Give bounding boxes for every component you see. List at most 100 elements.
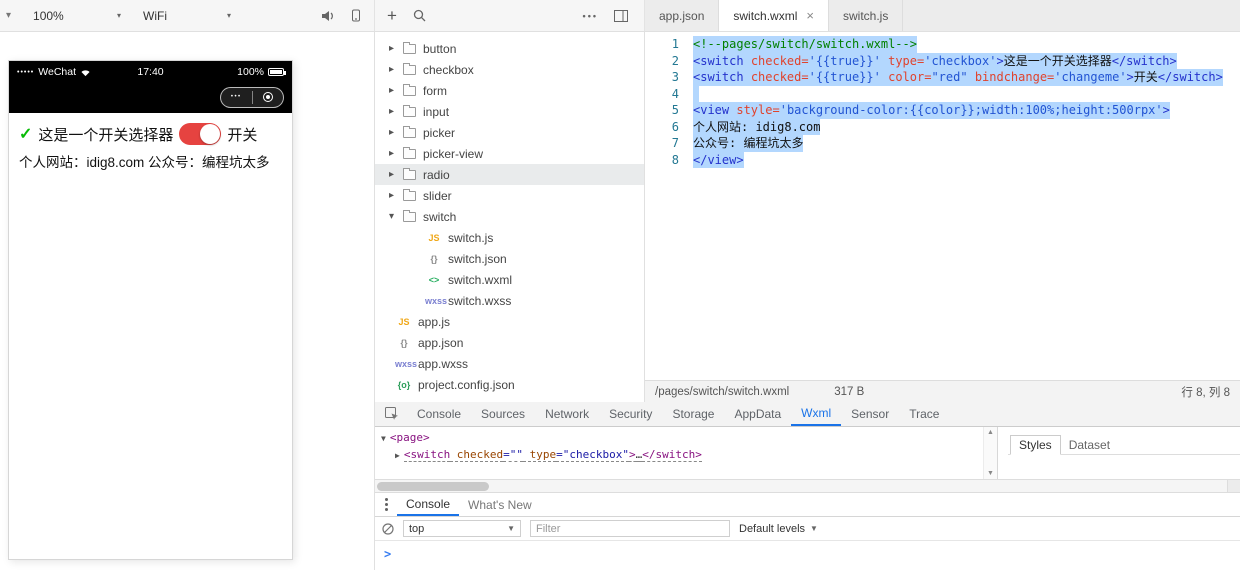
devtools-tab[interactable]: Network bbox=[535, 402, 599, 426]
file-name: app.js bbox=[418, 315, 450, 329]
file-tree-item[interactable]: JS app.js bbox=[375, 311, 644, 332]
network-value: WiFi bbox=[143, 9, 167, 23]
file-tree-item[interactable]: {} switch.json bbox=[375, 248, 644, 269]
devtools-tabbar: Console Sources Network Security Storage… bbox=[375, 402, 1240, 427]
code-text: 个人网站: idig8.com bbox=[693, 119, 820, 136]
file-tree-item[interactable]: ▾ switch bbox=[375, 206, 644, 227]
devtools-tab[interactable]: Sensor bbox=[841, 402, 899, 426]
file-type-icon: {o} bbox=[395, 380, 413, 390]
menu-dots-icon[interactable]: ••• bbox=[221, 94, 252, 100]
rotate-device-icon[interactable] bbox=[349, 9, 362, 22]
devtools-tab-label: Storage bbox=[672, 407, 714, 421]
tab-switch-js[interactable]: switch.js bbox=[829, 0, 903, 31]
file-tree-item[interactable]: {o} project.config.json bbox=[375, 374, 644, 395]
explorer-toolbar: + ••• bbox=[375, 0, 645, 31]
file-tree-item[interactable]: ▸ button bbox=[375, 38, 644, 59]
home-target-icon[interactable] bbox=[253, 92, 284, 102]
split-layout-icon[interactable] bbox=[614, 10, 628, 22]
tree-arrow-icon[interactable]: ▸ bbox=[389, 169, 402, 180]
wxml-tree: ▼<page>▶<switch checked="" type="checkbo… bbox=[375, 427, 983, 479]
zoom-dropdown[interactable]: 100% ▾ bbox=[33, 9, 121, 23]
tree-arrow-icon[interactable]: ▸ bbox=[389, 190, 402, 201]
network-dropdown[interactable]: WiFi ▾ bbox=[143, 9, 231, 23]
vertical-scrollbar[interactable]: ▲ ▼ bbox=[983, 427, 997, 479]
red-toggle-switch[interactable] bbox=[179, 123, 221, 145]
file-type-icon bbox=[403, 65, 416, 75]
horizontal-scrollbar[interactable] bbox=[375, 479, 1240, 493]
file-type-icon bbox=[403, 44, 416, 54]
code-line[interactable]: 2 <switch checked='{{true}}' type='check… bbox=[645, 53, 1240, 70]
wifi-icon bbox=[80, 68, 91, 77]
file-tree-item[interactable]: ▸ form bbox=[375, 80, 644, 101]
scrollbar-thumb[interactable] bbox=[377, 482, 489, 491]
tab-console[interactable]: Console bbox=[397, 493, 459, 516]
file-path: /pages/switch/switch.wxml bbox=[655, 386, 789, 398]
scroll-up-icon[interactable]: ▲ bbox=[987, 429, 994, 436]
log-levels-dropdown[interactable]: Default levels ▼ bbox=[739, 523, 818, 535]
file-type-icon bbox=[403, 212, 416, 222]
collapse-chevron-icon[interactable]: ▾ bbox=[6, 10, 11, 21]
file-tree-item[interactable]: ▸ slider bbox=[375, 185, 644, 206]
scrollbar-corner bbox=[1227, 480, 1240, 492]
context-select[interactable]: top ▼ bbox=[403, 520, 521, 537]
devtools-tab[interactable]: Security bbox=[599, 402, 662, 426]
devtools-tab[interactable]: Trace bbox=[899, 402, 949, 426]
devtools-tab[interactable]: Wxml bbox=[791, 402, 841, 426]
wxml-node[interactable]: ▼<page> bbox=[381, 430, 983, 447]
file-name: input bbox=[423, 105, 449, 119]
code-line[interactable]: 3 <switch checked='{{true}}' color="red"… bbox=[645, 69, 1240, 86]
file-tree-item[interactable]: JS switch.js bbox=[375, 227, 644, 248]
file-tree-item[interactable]: {} app.json bbox=[375, 332, 644, 353]
capsule-menu[interactable]: ••• bbox=[220, 87, 284, 108]
checkbox-checked-icon[interactable]: ✓ bbox=[19, 124, 32, 144]
file-tree-item[interactable]: wxss switch.wxss bbox=[375, 290, 644, 311]
tree-arrow-icon[interactable]: ▾ bbox=[389, 211, 402, 222]
clear-console-icon[interactable] bbox=[382, 523, 394, 535]
tab-switch-wxml[interactable]: switch.wxml × bbox=[719, 0, 829, 31]
kebab-menu-icon[interactable] bbox=[375, 493, 397, 516]
tab-app-json[interactable]: app.json bbox=[645, 0, 719, 31]
code-line[interactable]: 8 </view> bbox=[645, 152, 1240, 169]
devtools-tab[interactable]: Sources bbox=[471, 402, 535, 426]
devtools-tab[interactable]: AppData bbox=[724, 402, 791, 426]
file-tree-item[interactable]: ▸ radio bbox=[375, 164, 644, 185]
tree-arrow-icon[interactable]: ▸ bbox=[389, 64, 402, 75]
file-tree-item[interactable]: ▸ picker bbox=[375, 122, 644, 143]
filter-input[interactable] bbox=[530, 520, 730, 537]
code-line[interactable]: 6 个人网站: idig8.com bbox=[645, 119, 1240, 136]
code-line[interactable]: 5 <view style='background-color:{{color}… bbox=[645, 102, 1240, 119]
chevron-down-icon: ▼ bbox=[507, 524, 515, 533]
code-line[interactable]: 4 bbox=[645, 86, 1240, 103]
add-file-button[interactable]: + bbox=[387, 7, 397, 24]
file-tree-item[interactable]: <> switch.wxml bbox=[375, 269, 644, 290]
devtools-tab[interactable]: Storage bbox=[662, 402, 724, 426]
close-icon[interactable]: × bbox=[806, 9, 814, 22]
console-prompt[interactable]: > bbox=[375, 541, 1240, 561]
tree-arrow-icon[interactable]: ▸ bbox=[389, 106, 402, 117]
search-icon[interactable] bbox=[413, 9, 426, 22]
tab-styles[interactable]: Styles bbox=[1010, 435, 1061, 455]
file-tree-item[interactable]: ▸ input bbox=[375, 101, 644, 122]
code-line[interactable]: 7 公众号: 编程坑太多 bbox=[645, 135, 1240, 152]
inspect-element-icon[interactable] bbox=[375, 402, 407, 426]
scroll-down-icon[interactable]: ▼ bbox=[987, 470, 994, 477]
file-type-icon: <> bbox=[425, 275, 443, 285]
code-line[interactable]: 1 <!--pages/switch/switch.wxml--> bbox=[645, 36, 1240, 53]
line-number: 7 bbox=[645, 135, 679, 152]
tab-label: switch.wxml bbox=[733, 9, 797, 23]
wxml-node[interactable]: ▶<switch checked="" type="checkbox">…</s… bbox=[395, 447, 983, 464]
tab-whats-new[interactable]: What's New bbox=[459, 493, 541, 516]
file-tree: ▸ button ▸ checkbox ▸ form ▸ input ▸ pic… bbox=[375, 32, 645, 402]
tree-arrow-icon[interactable]: ▸ bbox=[389, 148, 402, 159]
file-tree-item[interactable]: wxss app.wxss bbox=[375, 353, 644, 374]
speaker-icon[interactable] bbox=[321, 10, 335, 22]
tree-arrow-icon[interactable]: ▸ bbox=[389, 85, 402, 96]
file-tree-item[interactable]: ▸ checkbox bbox=[375, 59, 644, 80]
tab-dataset[interactable]: Dataset bbox=[1061, 436, 1118, 454]
more-options-icon[interactable]: ••• bbox=[583, 11, 598, 21]
tree-arrow-icon[interactable]: ▸ bbox=[389, 127, 402, 138]
file-tree-item[interactable]: ▸ picker-view bbox=[375, 143, 644, 164]
tree-arrow-icon[interactable]: ▸ bbox=[389, 43, 402, 54]
code-editor[interactable]: 1 <!--pages/switch/switch.wxml--> 2 <swi… bbox=[645, 32, 1240, 380]
devtools-tab[interactable]: Console bbox=[407, 402, 471, 426]
